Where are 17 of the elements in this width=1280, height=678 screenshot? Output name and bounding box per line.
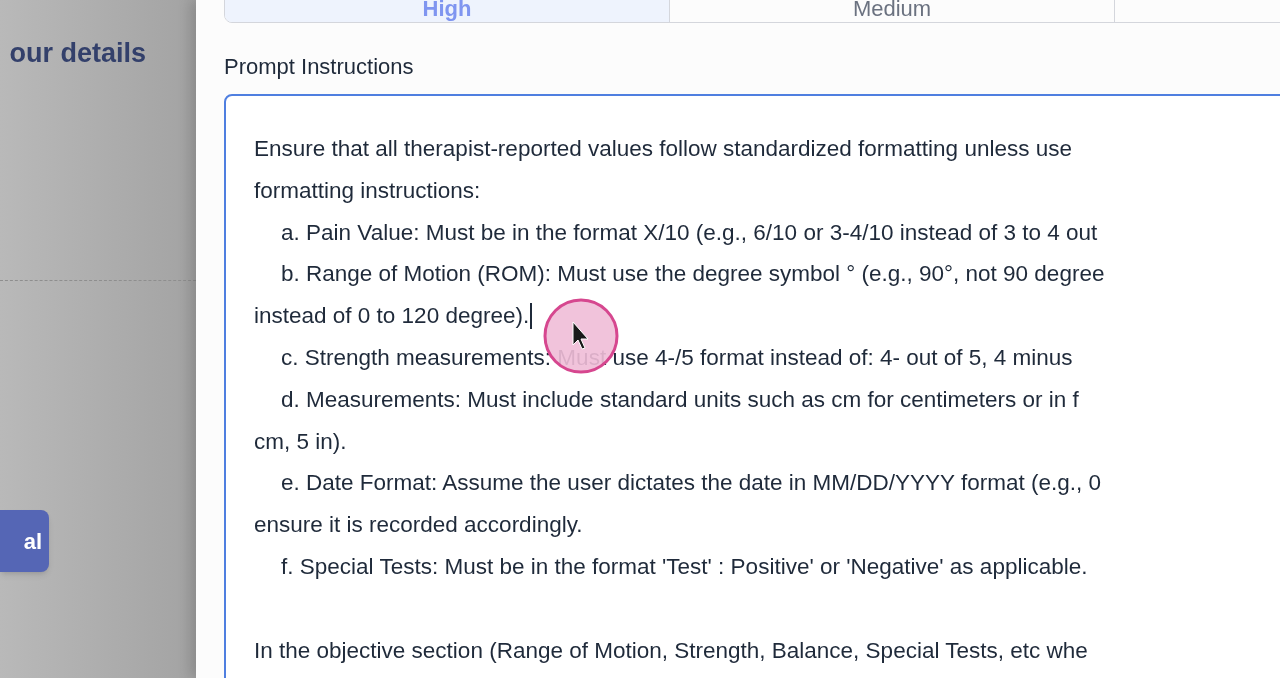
prompt-text-line: In the objective section (Range of Motion, Strength, Balance, Special Tests, etc whe xyxy=(254,636,1088,665)
priority-option[interactable]: High xyxy=(225,0,670,22)
prompt-text-line: e. Date Format: Assume the user dictates the date in MM/DD/YYYY format (e.g., 0 xyxy=(281,469,1101,498)
prompt-text-line: a. Pain Value: Must be in the format X/10 (e.g., 6/10 or 3-4/10 instead of 3 to 4 out xyxy=(281,218,1098,247)
field-label: Prompt Instructions xyxy=(224,53,414,81)
action-button[interactable]: al xyxy=(0,510,49,572)
priority-option[interactable]: Medium xyxy=(670,0,1115,22)
prompt-text-line: instead of 0 to 120 degree). xyxy=(254,302,530,331)
prompt-text-line: d. Measurements: Must include standard units such as cm for centimeters or in f xyxy=(281,385,1079,414)
section-heading: our details xyxy=(9,37,146,70)
prompt-text-line: ensure it is recorded accordingly. xyxy=(254,511,583,540)
prompt-text-line: f. Special Tests: Must be in the format 'Test' : Positive' or 'Negative' as applicable. xyxy=(281,553,1088,581)
prompt-text-line: Ensure that all therapist-reported values follow standardized formatting unless use xyxy=(254,135,1072,163)
prompt-text-line: b. Range of Motion (ROM): Must use the degree symbol ° (e.g., 90°, not 90 degree xyxy=(281,260,1105,289)
prompt-text-line: formatting instructions: xyxy=(254,176,481,205)
prompt-text-line: cm, 5 in). xyxy=(254,427,347,456)
prompt-textarea[interactable] xyxy=(224,94,1280,678)
